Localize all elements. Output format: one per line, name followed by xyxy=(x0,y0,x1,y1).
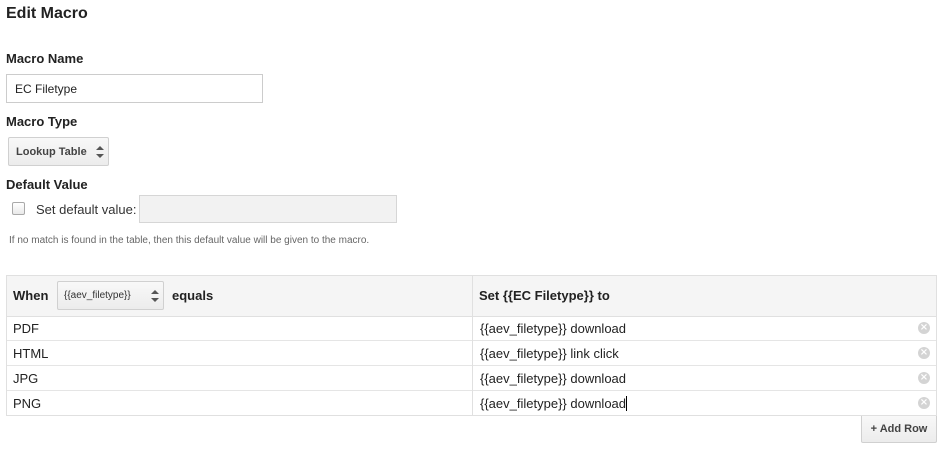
when-cell[interactable]: HTML xyxy=(13,346,48,361)
macro-type-select[interactable]: Lookup Table xyxy=(8,137,109,166)
default-value-input[interactable] xyxy=(139,195,397,223)
lookup-table: When {{aev_filetype}} equals Set {{EC Fi… xyxy=(6,275,937,416)
set-cell[interactable]: {{aev_filetype}} download xyxy=(480,371,626,386)
column-divider xyxy=(472,276,473,415)
set-default-value-label[interactable]: Set default value: xyxy=(36,202,136,217)
equals-label: equals xyxy=(172,288,214,303)
set-cell[interactable]: {{aev_filetype}} download xyxy=(480,321,626,336)
macro-type-selected-value: Lookup Table xyxy=(16,145,87,158)
default-value-label: Default Value xyxy=(6,177,88,192)
set-cell-text: {{aev_filetype}} download xyxy=(480,396,627,411)
set-output-label: Set {{EC Filetype}} to xyxy=(479,288,610,303)
input-variable-selected-value: {{aev_filetype}} xyxy=(64,290,131,301)
set-cell[interactable]: {{aev_filetype}} link click xyxy=(480,346,619,361)
remove-row-icon[interactable]: × xyxy=(918,347,930,359)
remove-row-icon[interactable]: × xyxy=(918,322,930,334)
text-cursor xyxy=(626,396,628,411)
set-cell-active[interactable]: {{aev_filetype}} download xyxy=(480,396,628,411)
page-title: Edit Macro xyxy=(6,5,88,22)
macro-name-input[interactable] xyxy=(6,74,263,103)
select-arrows-icon xyxy=(96,146,104,158)
default-value-help-text: If no match is found in the table, then … xyxy=(9,235,370,246)
when-label: When xyxy=(13,288,49,303)
remove-row-icon[interactable]: × xyxy=(918,372,930,384)
add-row-button[interactable]: + Add Row xyxy=(861,416,937,443)
macro-name-label: Macro Name xyxy=(6,51,84,66)
macro-type-label: Macro Type xyxy=(6,114,78,129)
when-cell[interactable]: PNG xyxy=(13,396,41,411)
input-variable-select[interactable]: {{aev_filetype}} xyxy=(57,281,164,310)
remove-row-icon[interactable]: × xyxy=(918,397,930,409)
set-default-value-checkbox[interactable] xyxy=(12,202,25,215)
when-cell[interactable]: PDF xyxy=(13,321,39,336)
when-cell[interactable]: JPG xyxy=(13,371,38,386)
select-arrows-icon xyxy=(151,290,159,302)
